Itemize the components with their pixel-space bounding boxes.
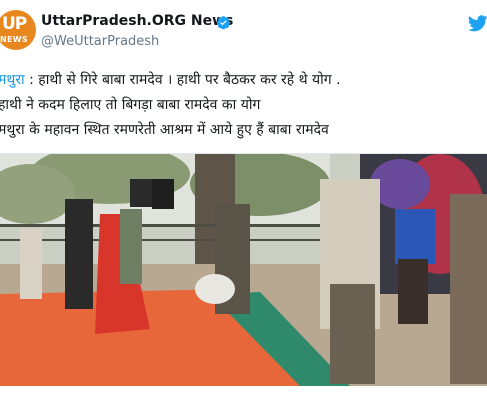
avatar-logo-news: NEWS <box>0 35 28 44</box>
video-still <box>0 154 487 386</box>
tweet-line-3: मथुरा के महावन स्थित रमणरेती आश्रम में आ… <box>0 122 329 138</box>
video-player[interactable] <box>0 153 487 387</box>
tweet-line-2: हाथी ने कदम हिलाए तो बिगड़ा बाबा रामदेव … <box>0 97 261 113</box>
avatar[interactable]: UP NEWS <box>0 10 36 50</box>
account-name[interactable]: UttarPradesh.ORG News <box>41 13 233 29</box>
location-hashtag[interactable]: मथुरा <box>0 72 25 88</box>
avatar-logo-up: UP <box>2 14 27 34</box>
tweet-header: UP NEWS UttarPradesh.ORG News @WeUttarPr… <box>0 0 487 60</box>
tweet-text: मथुरा : हाथी से गिरे बाबा रामदेव । हाथी … <box>0 68 485 143</box>
twitter-bird-icon[interactable] <box>468 15 487 32</box>
tweet-line-text: : हाथी से गिरे बाबा रामदेव । हाथी पर बैठ… <box>24 72 341 88</box>
verified-badge-icon <box>216 16 231 30</box>
tweet-footer-spacer <box>0 386 487 407</box>
account-handle[interactable]: @WeUttarPradesh <box>41 34 159 49</box>
tweet-line-1: मथुरा : हाथी से गिरे बाबा रामदेव । हाथी … <box>0 68 485 93</box>
